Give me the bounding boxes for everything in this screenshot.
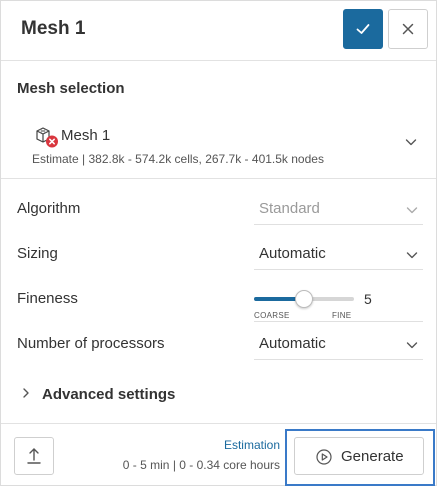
fineness-label: Fineness	[17, 290, 78, 307]
fineness-min-label: COARSE	[254, 311, 290, 320]
fineness-slider[interactable]	[254, 289, 354, 309]
sizing-value: Automatic	[259, 245, 326, 262]
estimation-link[interactable]: Estimation	[224, 438, 280, 452]
chevron-down-icon	[406, 207, 418, 214]
algorithm-label: Algorithm	[17, 200, 81, 217]
processors-label: Number of processors	[17, 335, 165, 352]
algorithm-select: Standard	[254, 193, 423, 225]
mesh-name: Mesh 1	[61, 127, 111, 144]
mesh-panel: Mesh 1 Mesh selection Mesh 1 Estimate | …	[0, 0, 437, 486]
chevron-right-icon	[23, 388, 29, 398]
processors-value: Automatic	[259, 335, 326, 352]
section-divider	[1, 178, 436, 179]
play-icon	[316, 449, 332, 465]
mesh-select-item[interactable]: Mesh 1 Estimate | 382.8k - 574.2k cells,…	[1, 116, 436, 176]
chevron-down-icon	[405, 139, 417, 146]
slider-underline	[254, 321, 423, 322]
generate-label: Generate	[341, 448, 404, 465]
advanced-settings-label: Advanced settings	[42, 386, 176, 403]
panel-footer: Estimation 0 - 5 min | 0 - 0.34 core hou…	[1, 423, 436, 486]
advanced-settings-toggle[interactable]: Advanced settings	[17, 381, 317, 407]
chevron-down-icon	[406, 252, 418, 259]
processors-select[interactable]: Automatic	[254, 328, 423, 360]
sizing-select[interactable]: Automatic	[254, 238, 423, 270]
mesh-estimate: Estimate | 382.8k - 574.2k cells, 267.7k…	[32, 152, 324, 166]
check-icon	[356, 24, 370, 34]
slider-thumb[interactable]	[295, 290, 313, 308]
mesh-selection-title: Mesh selection	[17, 80, 125, 97]
close-icon	[402, 23, 414, 35]
estimation-values: 0 - 5 min | 0 - 0.34 core hours	[122, 458, 280, 472]
fineness-value: 5	[364, 291, 372, 307]
algorithm-value: Standard	[259, 200, 320, 217]
upload-button[interactable]	[14, 437, 54, 475]
confirm-button[interactable]	[343, 9, 383, 49]
generate-button[interactable]: Generate	[294, 437, 424, 475]
sizing-label: Sizing	[17, 245, 58, 262]
panel-title: Mesh 1	[21, 18, 86, 39]
fineness-max-label: FINE	[332, 311, 352, 320]
chevron-down-icon	[406, 342, 418, 349]
panel-header: Mesh 1	[1, 1, 436, 61]
upload-icon	[27, 448, 41, 464]
mesh-error-icon	[36, 127, 58, 148]
close-button[interactable]	[388, 9, 428, 49]
